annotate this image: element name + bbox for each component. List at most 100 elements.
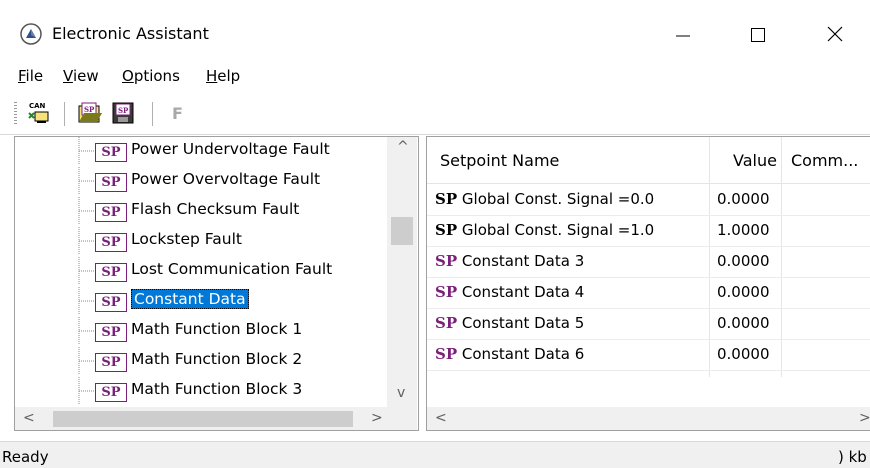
tree-item[interactable]: SP Constant Data <box>73 287 387 315</box>
scroll-up-arrow-icon[interactable]: ^ <box>397 139 409 155</box>
column-header-setpoint-name[interactable]: Setpoint Name <box>440 151 559 170</box>
setpoint-icon: SP <box>95 293 127 312</box>
menu-view[interactable]: View <box>63 67 99 85</box>
can-connect-icon[interactable]: CAN <box>26 100 52 126</box>
setpoint-value: 0.0000 <box>717 345 770 363</box>
setpoint-name-cell: SP Constant Data 3 <box>435 252 584 270</box>
setpoint-list[interactable]: Setpoint Name Value Comm... SP Global Co… <box>426 136 870 431</box>
setpoint-icon: SP <box>95 353 127 372</box>
tree-item[interactable]: SP Math Function Block 3 <box>73 377 387 405</box>
setpoint-tag: SP <box>435 190 458 208</box>
svg-text:SP: SP <box>84 105 95 114</box>
setpoint-icon: SP <box>95 383 127 402</box>
setpoint-tag: SP <box>435 221 458 239</box>
toolbar-separator <box>152 102 153 126</box>
tree-item[interactable]: SP Math Function Block 2 <box>73 347 387 375</box>
tree-item[interactable]: SP Lost Communication Fault <box>73 257 387 285</box>
scroll-right-arrow-icon[interactable]: > <box>371 410 383 426</box>
setpoint-name-cell: SP Constant Data 6 <box>435 345 584 363</box>
setpoint-value: 0.0000 <box>717 190 770 208</box>
toolbar-separator <box>64 102 65 126</box>
list-row[interactable]: SP Constant Data 6 0.0000 <box>427 339 870 371</box>
tree-connector <box>78 287 95 315</box>
setpoint-name-cell: SP Constant Data 4 <box>435 283 584 301</box>
svg-text:SP: SP <box>118 106 129 115</box>
setpoint-icon: SP <box>95 233 127 252</box>
setpoint-tree[interactable]: SP Power Undervoltage Fault SP Power Overvo… <box>14 136 419 431</box>
setpoint-icon: SP <box>95 143 127 162</box>
setpoint-name-cell: SP Global Const. Signal =1.0 <box>435 221 654 239</box>
setpoint-tag: SP <box>435 345 458 363</box>
tree-item-label: Lockstep Fault <box>131 230 242 248</box>
tree-item[interactable]: SP Math Function Block 1 <box>73 317 387 345</box>
app-logo-icon <box>20 23 42 45</box>
setpoint-value: 1.0000 <box>717 221 770 239</box>
column-header-comment[interactable]: Comm... <box>791 151 858 170</box>
tree-item[interactable]: SP Flash Checksum Fault <box>73 197 387 225</box>
f-button[interactable]: F <box>172 104 183 123</box>
tree-connector <box>78 227 95 255</box>
setpoint-icon: SP <box>95 203 127 222</box>
status-size: ) kb <box>838 448 867 466</box>
scroll-left-arrow-icon[interactable]: < <box>23 410 35 426</box>
toolbar: CAN SP SP F <box>0 92 870 135</box>
setpoint-name: Constant Data 4 <box>461 283 585 301</box>
list-row[interactable]: SP Constant Data 5 0.0000 <box>427 308 870 340</box>
list-row[interactable]: SP Global Const. Signal =0.0 0.0000 <box>427 184 870 216</box>
tree-connector <box>78 197 95 225</box>
list-header: Setpoint Name Value Comm... <box>427 137 870 184</box>
tree-horizontal-scrollbar[interactable]: < > <box>15 407 417 430</box>
setpoint-name-cell: SP Global Const. Signal =0.0 <box>435 190 654 208</box>
window-title: Electronic Assistant <box>52 24 209 43</box>
setpoint-name: Constant Data 5 <box>461 314 585 332</box>
maximize-button[interactable] <box>734 14 780 52</box>
tree-item-label: Math Function Block 3 <box>131 380 303 398</box>
setpoint-value: 0.0000 <box>717 314 770 332</box>
status-text: Ready <box>2 448 49 466</box>
tree-item[interactable]: SP Power Undervoltage Fault <box>73 137 387 165</box>
tree-connector <box>78 377 95 405</box>
scroll-right-arrow-icon[interactable]: > <box>859 410 870 426</box>
tree-item-label: Math Function Block 1 <box>131 320 303 338</box>
tree-item-label: Flash Checksum Fault <box>131 200 300 218</box>
tree-vertical-scrollbar[interactable]: ^ v <box>387 137 417 407</box>
status-bar: Ready ) kb <box>0 441 870 468</box>
tree-vertical-scroll-thumb[interactable] <box>391 217 413 245</box>
list-row[interactable]: SP Constant Data 4 0.0000 <box>427 277 870 309</box>
menu-help[interactable]: Help <box>206 67 240 85</box>
menu-file[interactable]: File <box>18 67 43 85</box>
title-bar: Electronic Assistant <box>0 0 870 62</box>
setpoint-value: 0.0000 <box>717 252 770 270</box>
tree-item-label: Constant Data <box>131 289 249 309</box>
menu-options[interactable]: Options <box>122 67 180 85</box>
setpoint-name: Constant Data 6 <box>461 345 585 363</box>
tree-item-label: Power Undervoltage Fault <box>131 140 330 158</box>
minimize-icon <box>676 35 690 37</box>
open-setpoint-file-icon[interactable]: SP <box>76 100 102 126</box>
tree-connector <box>78 347 95 375</box>
list-horizontal-scrollbar[interactable]: < > <box>427 407 870 430</box>
toolbar-grip[interactable] <box>14 102 17 126</box>
minimize-button[interactable] <box>660 14 706 52</box>
close-icon <box>827 26 843 42</box>
scroll-down-arrow-icon[interactable]: v <box>397 385 405 401</box>
maximize-icon <box>751 28 765 42</box>
column-header-value[interactable]: Value <box>733 151 777 170</box>
setpoint-icon: SP <box>95 263 127 282</box>
tree-item[interactable]: SP Lockstep Fault <box>73 227 387 255</box>
setpoint-name: Constant Data 3 <box>461 252 585 270</box>
tree-connector <box>78 167 95 195</box>
tree-item-label: Power Overvoltage Fault <box>131 170 321 188</box>
list-row[interactable]: SP Global Const. Signal =1.0 1.0000 <box>427 215 870 247</box>
save-setpoint-file-icon[interactable]: SP <box>110 100 136 126</box>
close-button[interactable] <box>812 14 858 52</box>
tree-horizontal-scroll-thumb[interactable] <box>53 411 353 427</box>
list-row[interactable]: SP Constant Data 3 0.0000 <box>427 246 870 278</box>
tree-item-label: Lost Communication Fault <box>131 260 333 278</box>
menu-bar: File View Options Help <box>0 62 870 90</box>
tree-item[interactable]: SP Power Overvoltage Fault <box>73 167 387 195</box>
setpoint-tag: SP <box>435 314 458 332</box>
scroll-left-arrow-icon[interactable]: < <box>435 410 447 426</box>
svg-text:CAN: CAN <box>29 102 46 110</box>
setpoint-tag: SP <box>435 283 458 301</box>
